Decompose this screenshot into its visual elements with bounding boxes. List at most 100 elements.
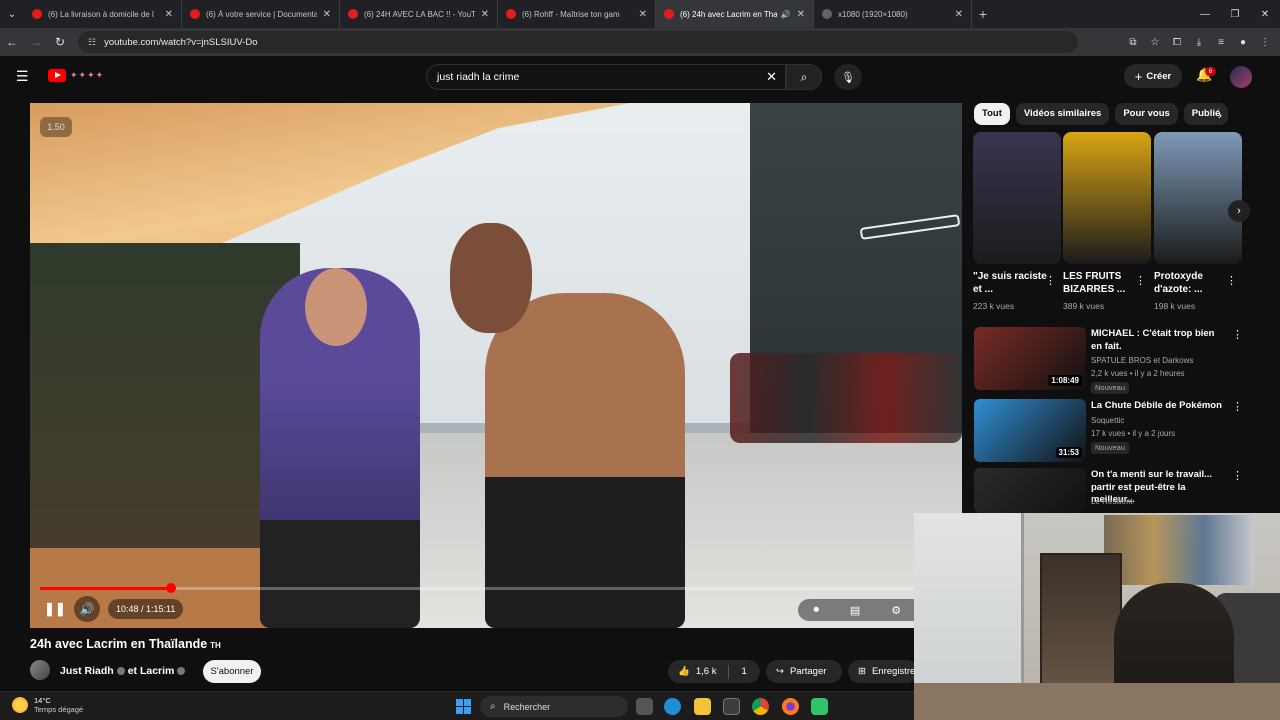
store-icon[interactable] — [723, 698, 740, 715]
subscribe-button[interactable]: S'abonner — [203, 660, 261, 683]
short-title[interactable]: "Je suis raciste et ... — [973, 270, 1051, 296]
autoplay-toggle-icon[interactable]: ⏺ — [813, 604, 819, 617]
video-player[interactable]: 1.50 ❚❚ 🔊 10:48 / 1:15:11 ⏺ ▤ ⚙ ▭ — [30, 103, 962, 628]
close-tab-icon[interactable]: ✕ — [639, 9, 647, 20]
short-thumbnail[interactable] — [973, 132, 1061, 264]
new-tab-button[interactable]: + — [972, 6, 994, 22]
filter-chip[interactable]: Pour vous — [1115, 103, 1178, 125]
firefox-icon[interactable] — [782, 698, 799, 715]
short-menu-icon[interactable]: ⋮ — [1226, 274, 1237, 287]
rec-title[interactable]: La Chute Débile de Pokémon — [1091, 400, 1227, 413]
extensions-icon[interactable]: ⧠ — [1166, 37, 1188, 48]
volume-icon[interactable]: 🔊 — [74, 596, 100, 622]
browser-tab[interactable]: (6) 24H AVEC LA BAC !! - YouTu ✕ — [340, 0, 498, 28]
save-button[interactable]: ⊞ Enregistrer — [848, 660, 918, 683]
browser-menu-icon[interactable]: ⋮ — [1254, 37, 1276, 48]
media-control-icon[interactable]: ≡ — [1210, 37, 1232, 48]
tab-label: (6) À votre service | Documenta — [206, 9, 317, 19]
file-explorer-icon[interactable] — [694, 698, 711, 715]
channel-name[interactable]: Just Riadh — [60, 665, 114, 677]
video-scene-head-right — [450, 223, 532, 333]
tab-audio-icon[interactable]: 🔊 — [781, 10, 791, 19]
browser-tab-bar: ⌄ (6) La livraison à domicile de l ✕ (6) À… — [0, 0, 1280, 28]
app-icon[interactable] — [811, 698, 828, 715]
subtitles-icon[interactable]: ▤ — [850, 604, 860, 617]
filter-chip[interactable]: Tout — [974, 103, 1010, 125]
collab-channel[interactable]: et Lacrim — [128, 665, 175, 677]
rec-thumbnail[interactable] — [974, 468, 1086, 513]
voice-search-button[interactable]: 🎙 — [834, 64, 862, 90]
share-button[interactable]: ↪ Partager — [766, 660, 842, 683]
rec-channel[interactable]: SPATULE BROS et Darkows — [1091, 356, 1193, 365]
close-tab-icon[interactable]: ✕ — [797, 9, 805, 20]
forward-icon[interactable]: → — [24, 35, 48, 49]
rec-menu-icon[interactable]: ⋮ — [1232, 469, 1243, 482]
maximize-icon[interactable]: ❐ — [1220, 9, 1250, 20]
short-menu-icon[interactable]: ⋮ — [1045, 274, 1056, 287]
pause-icon[interactable]: ❚❚ — [44, 601, 66, 617]
browser-tab[interactable]: x1080 (1920×1080) ✕ — [814, 0, 972, 28]
chips-next-icon[interactable]: › — [1218, 108, 1222, 122]
minimize-icon[interactable]: — — [1190, 9, 1220, 20]
window-controls: — ❐ ✕ — [1190, 0, 1280, 28]
edge-icon[interactable] — [664, 698, 681, 715]
filter-chip[interactable]: Vidéos similaires — [1015, 103, 1110, 125]
plus-icon: + — [1134, 68, 1143, 84]
taskbar-search[interactable]: ⌕ Rechercher — [480, 696, 628, 717]
url-field[interactable]: ☷ youtube.com/watch?v=jnSLSIUV-Do — [78, 31, 1078, 53]
clear-search-icon[interactable]: ✕ — [766, 69, 777, 85]
site-info-icon[interactable]: ☷ — [88, 37, 96, 48]
short-thumbnail[interactable] — [1154, 132, 1242, 264]
browser-tab[interactable]: (6) La livraison à domicile de l ✕ — [24, 0, 182, 28]
video-scene-person-right — [485, 293, 685, 628]
close-tab-icon[interactable]: ✕ — [481, 9, 489, 20]
rec-channel[interactable]: Soquettic — [1091, 416, 1124, 425]
close-tab-icon[interactable]: ✕ — [323, 9, 331, 20]
reload-icon[interactable]: ↻ — [48, 35, 72, 49]
short-views: 198 k vues — [1154, 301, 1196, 311]
dislike-count[interactable]: 1 — [741, 666, 746, 677]
channel-avatar[interactable] — [30, 660, 50, 680]
progress-bar[interactable] — [40, 583, 952, 593]
browser-tab[interactable]: (6) Rohff - Maîtrise ton gam ✕ — [498, 0, 656, 28]
short-thumbnail[interactable] — [1063, 132, 1151, 264]
account-avatar[interactable] — [1230, 66, 1252, 88]
rec-menu-icon[interactable]: ⋮ — [1232, 328, 1243, 341]
like-count[interactable]: 1,6 k — [696, 666, 717, 677]
settings-gear-icon[interactable]: ⚙ — [891, 604, 901, 617]
downloads-icon[interactable]: ⤓ — [1188, 37, 1210, 48]
weather-widget[interactable]: 14°C Temps dégagé — [12, 696, 83, 714]
windows-start-icon[interactable] — [456, 699, 471, 714]
install-app-icon[interactable]: ⧉ — [1122, 37, 1144, 48]
rec-thumbnail[interactable]: 1:08:49 — [974, 327, 1086, 390]
channel-names[interactable]: Just Riadh et Lacrim — [60, 665, 188, 677]
verified-icon — [177, 667, 186, 676]
short-title[interactable]: LES FRUITS BIZARRES ... — [1063, 270, 1141, 296]
close-tab-icon[interactable]: ✕ — [955, 9, 963, 20]
youtube-logo[interactable]: ✦✦✦✦ — [48, 69, 104, 82]
short-menu-icon[interactable]: ⋮ — [1135, 274, 1146, 287]
save-icon: ⊞ — [858, 666, 866, 677]
search-input[interactable]: just riadh la crime ✕ — [426, 64, 786, 90]
hamburger-menu-icon[interactable]: ☰ — [16, 68, 29, 85]
chrome-icon[interactable] — [752, 698, 769, 715]
tab-list-icon[interactable]: ⌄ — [0, 9, 24, 20]
shorts-next-icon[interactable]: › — [1228, 200, 1250, 222]
close-window-icon[interactable]: ✕ — [1250, 9, 1280, 20]
like-icon[interactable]: 👍 — [678, 666, 690, 677]
rec-title[interactable]: MICHAEL : C'était trop bien en fait. — [1091, 328, 1227, 353]
short-views: 223 k vues — [973, 301, 1015, 311]
rec-channel[interactable]: Le Résilient — [1091, 497, 1133, 506]
bookmark-star-icon[interactable]: ☆ — [1144, 37, 1166, 48]
browser-tab[interactable]: (6) 24h avec Lacrim en Thaï 🔊 ✕ — [656, 0, 814, 28]
back-icon[interactable]: ← — [0, 35, 24, 49]
rec-menu-icon[interactable]: ⋮ — [1232, 400, 1243, 413]
browser-tab[interactable]: (6) À votre service | Documenta ✕ — [182, 0, 340, 28]
rec-thumbnail[interactable]: 31:53 — [974, 399, 1086, 462]
close-tab-icon[interactable]: ✕ — [165, 9, 173, 20]
search-button[interactable]: ⌕ — [786, 64, 822, 90]
short-title[interactable]: Protoxyde d'azote: ... — [1154, 270, 1232, 296]
create-button[interactable]: + Créer — [1124, 64, 1182, 88]
task-view-icon[interactable] — [636, 698, 653, 715]
profile-icon[interactable]: ● — [1232, 37, 1254, 48]
